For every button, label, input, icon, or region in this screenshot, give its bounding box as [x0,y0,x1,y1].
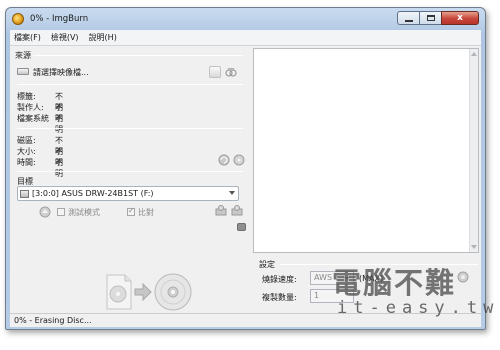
settings-label: 設定 [259,260,275,269]
info-key: 時間: [17,158,36,167]
title-bar: 0% - ImgBurn x [6,8,485,30]
source-label: 來源 [15,51,31,60]
image-file-icon [106,274,132,310]
verify-checkbox[interactable] [127,206,135,216]
target-drive-value: [3:0:0] ASUS DRW-24B1ST (F:) [32,189,154,198]
window-title: 0% - ImgBurn [30,14,89,24]
log-window-icon[interactable] [237,223,246,231]
write-speed-label: 燒錄速度: [262,275,297,284]
divider [17,171,243,172]
maximize-icon [426,15,435,21]
disc-icon [154,273,192,311]
drive-tools-icon[interactable] [215,205,227,217]
drive-info-icon[interactable] [231,205,243,217]
info-key: 檔案系統 [17,114,49,123]
verify-option[interactable]: 比對 [127,206,154,218]
arrow-right-icon [134,282,152,302]
disc-info-icon[interactable] [233,154,245,166]
settings-icon[interactable] [457,271,469,283]
source-file-placeholder: 請選擇映像檔... [33,68,89,77]
info-value: 不明 [55,158,63,178]
vertical-scrollbar[interactable] [469,49,478,252]
imgburn-app-icon [12,13,24,25]
left-panel: 來源 請選擇映像檔... 標籤: 不明 製作人: 不明 檔案系統 不明 磁區: … [13,48,246,313]
write-speed-value: AWS [314,273,333,282]
drive-info-panel [253,48,479,253]
refresh-icon[interactable] [218,154,230,166]
watermark-url: it-easy.tw [337,298,500,318]
verify-label: 比對 [138,207,154,217]
drive-icon [20,190,29,198]
info-key: 大小: [17,147,36,156]
test-mode-checkbox[interactable] [57,208,65,216]
copies-label: 複製數量: [262,293,297,302]
close-icon: x [457,13,463,23]
info-value: 不明 [55,114,63,134]
target-drive-select[interactable]: [3:0:0] ASUS DRW-24B1ST (F:) [17,186,239,201]
maximize-button[interactable] [419,11,441,25]
search-disc-icon[interactable] [225,66,237,78]
minimize-button[interactable] [397,11,419,25]
source-file-row[interactable]: 請選擇映像檔... [17,66,242,78]
watermark-title: 電腦不難 [332,266,457,300]
source-divider [33,55,243,56]
disc-drive-icon [17,68,29,75]
divider [17,84,243,85]
menu-file[interactable]: 檔案(F) [14,32,41,43]
test-mode-option[interactable]: 測試模式 [57,206,100,218]
test-mode-label: 測試模式 [68,207,100,217]
info-key: 製作人: [17,103,44,112]
menu-view[interactable]: 檢視(V) [51,32,79,43]
browse-file-icon[interactable] [209,66,221,78]
menu-help[interactable]: 說明(H) [89,32,117,43]
divider [17,128,243,129]
write-button[interactable] [105,271,195,311]
close-button[interactable]: x [441,11,479,25]
scroll-up-icon[interactable] [471,52,477,56]
menu-bar: 檔案(F) 檢視(V) 說明(H) [10,30,481,46]
chevron-down-icon [229,191,235,195]
minimize-icon [404,19,413,22]
eject-icon[interactable] [39,206,51,218]
scroll-down-icon[interactable] [471,245,477,249]
status-text: 0% - Erasing Disc... [14,316,92,325]
window-controls: x [397,11,479,25]
info-key: 磁區: [17,136,36,145]
info-key: 標籤: [17,92,36,101]
copies-value: 1 [314,291,320,300]
